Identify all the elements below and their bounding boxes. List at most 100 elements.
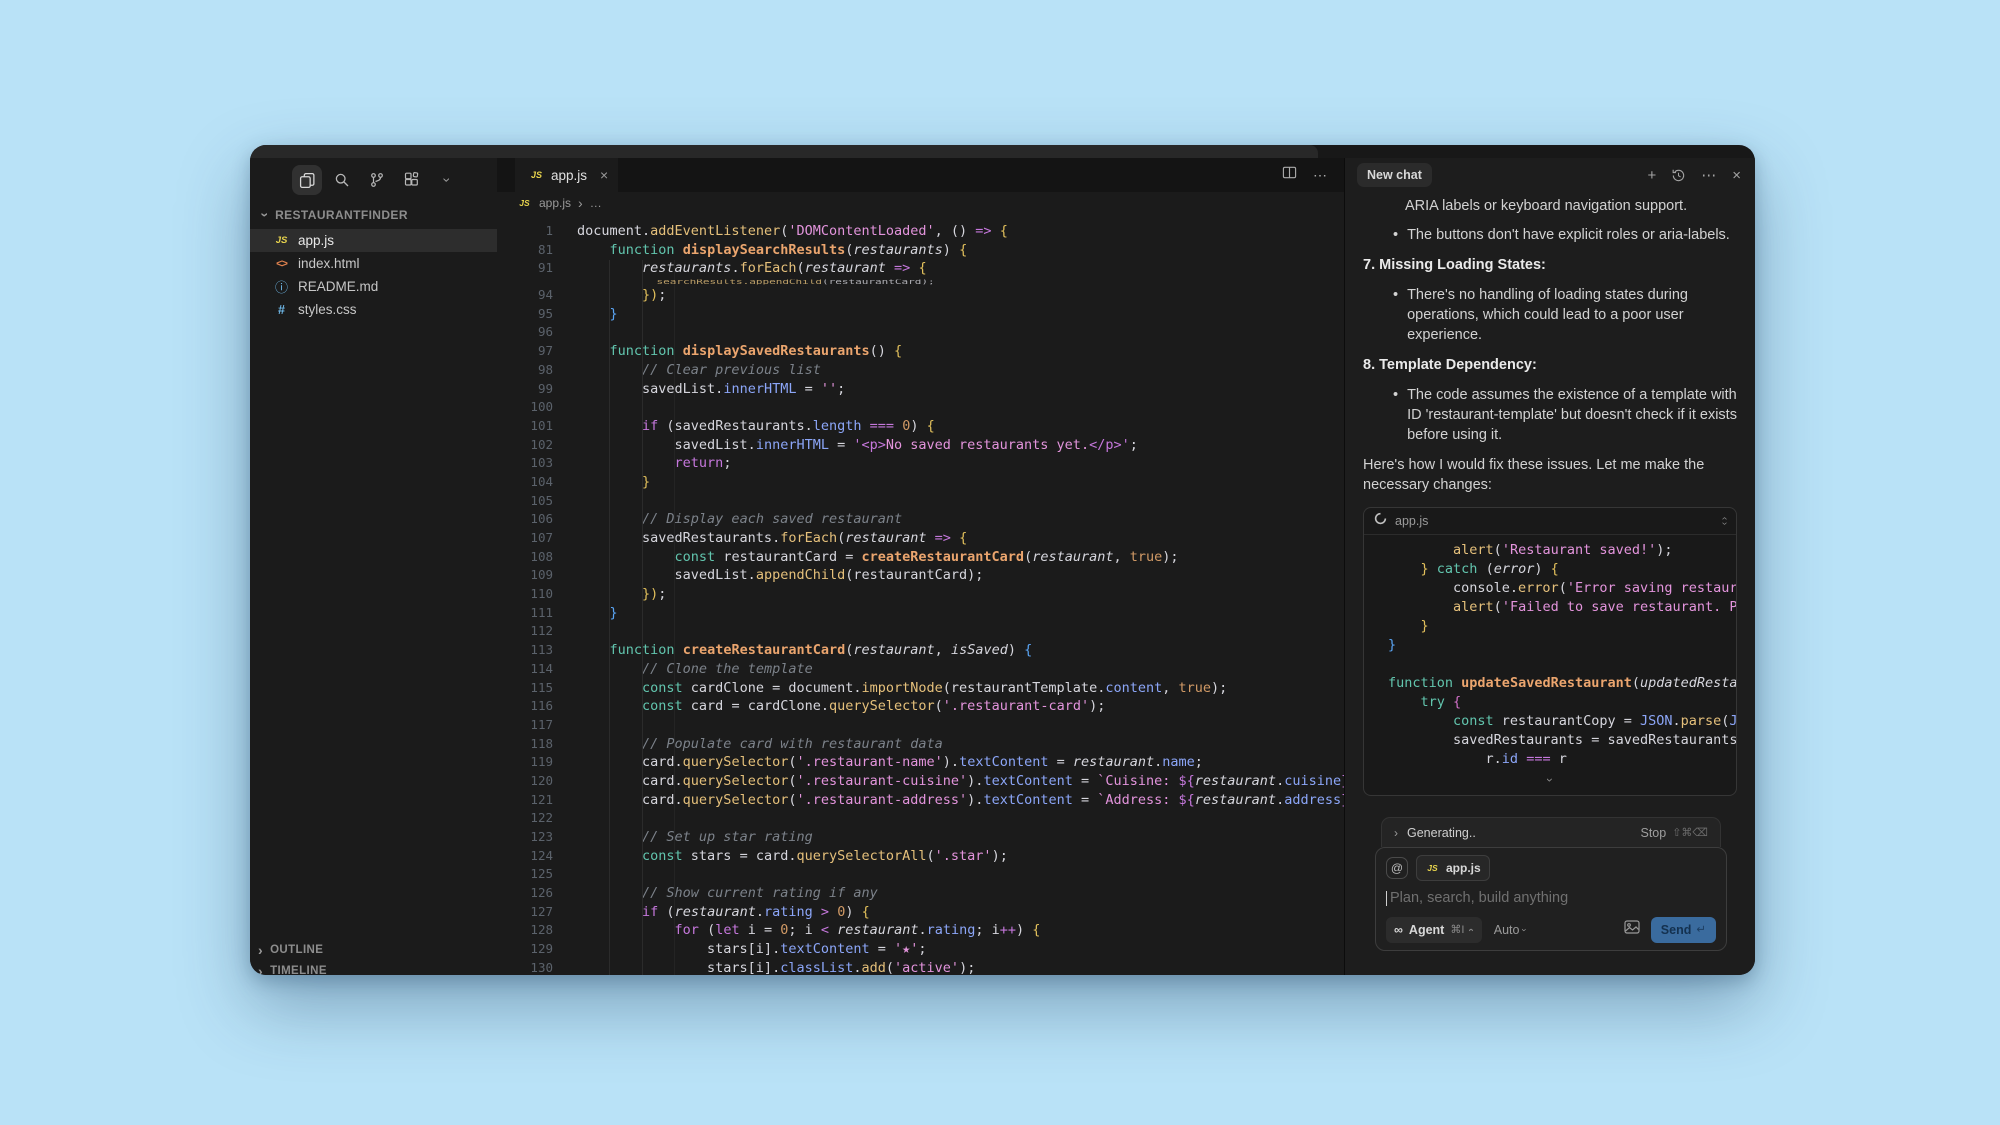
tab-app-js[interactable]: JS app.js ×: [515, 158, 618, 192]
editor-actions: ⋯: [1282, 165, 1344, 185]
code-editor[interactable]: 1document.addEventListener('DOMContentLo…: [497, 214, 1344, 975]
code-line: console.error('Error saving restaurant:'…: [1388, 579, 1736, 598]
chat-header: New chat + ⋯ ×: [1345, 158, 1755, 192]
code-line: function updateSavedRestaurant(updatedRe…: [1388, 674, 1736, 693]
chat-block-h: 7. Missing Loading States:: [1363, 255, 1739, 275]
file-item-index.html[interactable]: <> index.html: [250, 252, 497, 275]
prompt-input-card[interactable]: @ JS app.js Plan, search, build anything: [1375, 847, 1727, 951]
context-chip-app-js[interactable]: JS app.js: [1416, 855, 1490, 881]
chevron-right-icon[interactable]: ›: [1394, 823, 1398, 843]
code-line: 108 const restaurantCard = createRestaur…: [497, 548, 1344, 567]
code-line: 112: [497, 622, 1344, 641]
send-button[interactable]: Send ↵: [1651, 917, 1716, 943]
file-item-styles.css[interactable]: # styles.css: [250, 298, 497, 321]
code-line: [1388, 655, 1736, 674]
more-actions-icon[interactable]: ⋯: [1313, 167, 1328, 184]
context-chip-label: app.js: [1446, 858, 1481, 878]
code-line: }: [1388, 617, 1736, 636]
chat-block-p: Here's how I would fix these issues. Let…: [1363, 455, 1739, 495]
activity-more-chevron-icon[interactable]: ›: [432, 165, 462, 195]
editor-tab-bar: JS app.js × ⋯: [497, 158, 1344, 192]
code-card-expand-chevron-icon[interactable]: ›: [1364, 769, 1736, 795]
chat-block-bullet: •The buttons don't have explicit roles o…: [1393, 225, 1739, 245]
sidebar: › › RESTAURANTFINDER JSapp.js <> index.htm…: [250, 158, 497, 975]
timeline-label: TIMELINE: [270, 965, 327, 976]
attach-image-icon[interactable]: [1624, 920, 1640, 940]
prompt-input[interactable]: Plan, search, build anything: [1386, 888, 1716, 908]
ai-chat-panel: New chat + ⋯ × ARIA labels or keyboard n…: [1344, 158, 1755, 975]
input-toolbar: ∞ Agent ⌘I › Auto ›: [1386, 917, 1716, 943]
code-line: } catch (error) {: [1388, 560, 1736, 579]
window-content: › › RESTAURANTFINDER JSapp.js<>index.htm…: [250, 158, 1755, 975]
source-control-icon[interactable]: [362, 165, 392, 195]
code-line: 102 savedList.innerHTML = '<p>No saved r…: [497, 436, 1344, 455]
file-name: styles.css: [298, 302, 357, 317]
editor-region: JS app.js × ⋯ JS app.js › …: [497, 158, 1344, 975]
file-item-README.md[interactable]: ⓘREADME.md: [250, 275, 497, 298]
html-file-icon: <>: [274, 258, 289, 270]
code-card-header[interactable]: app.js › ›: [1364, 508, 1736, 535]
code-line: 120 card.querySelector('.restaurant-cuis…: [497, 772, 1344, 791]
code-line: 111 }: [497, 604, 1344, 623]
chat-block-bullet: •There's no handling of loading states d…: [1393, 285, 1739, 345]
chevron-right-icon: ›: [258, 943, 263, 957]
breadcrumb[interactable]: JS app.js › …: [497, 192, 1344, 214]
send-label: Send: [1661, 920, 1692, 940]
new-chat-plus-icon[interactable]: +: [1647, 168, 1656, 183]
split-editor-icon[interactable]: [1282, 165, 1297, 185]
infinity-icon: ∞: [1394, 920, 1403, 940]
model-selector[interactable]: Auto ›: [1494, 920, 1527, 940]
agent-label: Agent: [1409, 920, 1444, 940]
chat-more-icon[interactable]: ⋯: [1701, 168, 1717, 183]
code-line: }: [1388, 636, 1736, 655]
code-line: 122: [497, 809, 1344, 828]
code-line: savedRestaurants = savedRestaurants.map(…: [1388, 731, 1736, 750]
css-file-icon: #: [274, 303, 289, 317]
chat-blocks: ARIA labels or keyboard navigation suppo…: [1363, 196, 1739, 495]
close-chat-icon[interactable]: ×: [1732, 168, 1741, 183]
chevron-right-icon: ›: [578, 196, 583, 210]
code-line: 109 savedList.appendChild(restaurantCard…: [497, 566, 1344, 585]
prompt-placeholder: Plan, search, build anything: [1390, 888, 1568, 908]
explorer-section-header[interactable]: › RESTAURANTFINDER: [250, 199, 497, 229]
search-icon[interactable]: [327, 165, 357, 195]
code-line: 124 const stars = card.querySelectorAll(…: [497, 847, 1344, 866]
expand-collapse-icon[interactable]: › ›: [1723, 516, 1726, 526]
file-item-app.js[interactable]: JSapp.js: [250, 229, 497, 252]
code-line: 116 const card = cardClone.querySelector…: [497, 697, 1344, 716]
chat-header-actions: + ⋯ ×: [1647, 168, 1741, 183]
code-line: 91 restaurants.forEach(restaurant => {: [497, 259, 1344, 278]
extensions-icon[interactable]: [397, 165, 427, 195]
outline-section-header[interactable]: › OUTLINE: [250, 939, 497, 960]
chat-block-cont: ARIA labels or keyboard navigation suppo…: [1405, 196, 1739, 216]
js-file-icon: JS: [529, 170, 544, 180]
code-line: 81 function displaySearchResults(restaur…: [497, 241, 1344, 260]
stop-button[interactable]: Stop: [1641, 823, 1667, 843]
explorer-icon[interactable]: [292, 165, 322, 195]
close-icon[interactable]: ×: [600, 167, 608, 183]
code-card-filename: app.js: [1395, 511, 1428, 531]
code-line: searchResults.appendChild(restaurantCard…: [497, 280, 1344, 285]
info-file-icon: ⓘ: [274, 277, 289, 296]
new-chat-tab[interactable]: New chat: [1357, 163, 1432, 187]
history-icon[interactable]: [1671, 168, 1686, 183]
breadcrumb-file: app.js: [539, 196, 571, 210]
activity-bar: ›: [250, 158, 497, 199]
chevron-up-icon: ›: [1462, 928, 1482, 931]
code-line: 107 savedRestaurants.forEach(restaurant …: [497, 529, 1344, 548]
agent-mode-selector[interactable]: ∞ Agent ⌘I ›: [1386, 917, 1482, 943]
timeline-section-header[interactable]: › TIMELINE: [250, 960, 497, 975]
indent-guide: [674, 260, 675, 975]
code-line: 123 // Set up star rating: [497, 828, 1344, 847]
breadcrumb-more: …: [590, 196, 602, 210]
code-line: 128 for (let i = 0; i < restaurant.ratin…: [497, 921, 1344, 940]
chat-bottom-controls: › Generating.. Stop ⇧⌘⌫ @ JS app.js: [1363, 817, 1739, 963]
context-row: @ JS app.js: [1386, 855, 1716, 881]
outline-label: OUTLINE: [270, 944, 323, 956]
code-line: 115 const cardClone = document.importNod…: [497, 679, 1344, 698]
file-name: index.html: [298, 256, 360, 271]
add-context-button[interactable]: @: [1386, 857, 1408, 879]
indent-guide: [609, 260, 610, 975]
code-line: 103 return;: [497, 454, 1344, 473]
js-file-icon: JS: [274, 235, 289, 246]
